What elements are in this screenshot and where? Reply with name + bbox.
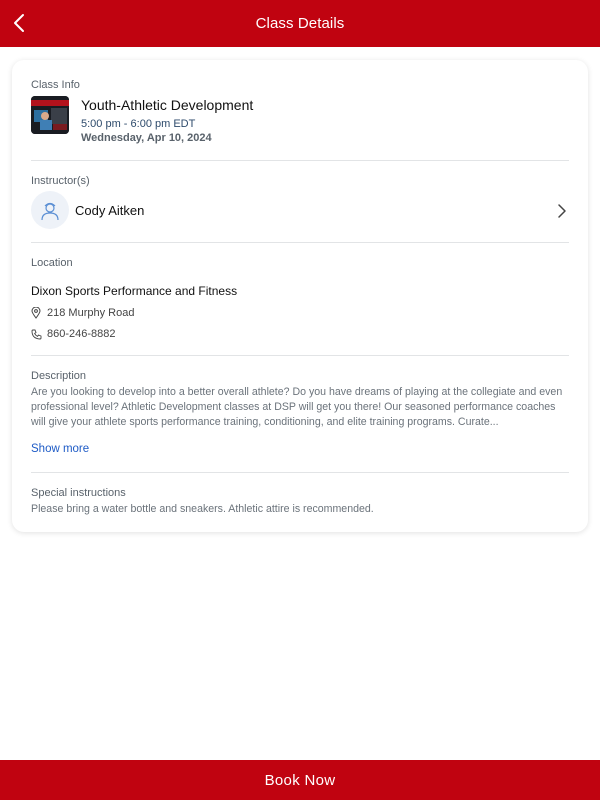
back-button[interactable] [10, 11, 28, 35]
class-thumbnail [31, 96, 69, 134]
class-info-label: Class Info [31, 79, 80, 91]
page-title: Class Details [255, 15, 345, 32]
avatar [31, 191, 69, 229]
description-section: Description Are you looking to develop i… [31, 356, 569, 472]
app-header: Class Details [0, 0, 600, 47]
show-more-link[interactable]: Show more [31, 443, 89, 455]
location-label: Location [31, 257, 73, 269]
description-text: Are you looking to develop into a better… [31, 386, 563, 428]
instructor-section: Instructor(s) Cody Aitken [31, 161, 569, 242]
special-instructions-section: Special instructions Please bring a wate… [31, 473, 569, 515]
special-instructions-label: Special instructions [31, 487, 126, 499]
special-instructions-text: Please bring a water bottle and sneakers… [31, 503, 374, 515]
main-content: Class Info Youth-Athletic Development 5:… [0, 47, 600, 760]
description-label: Description [31, 370, 87, 382]
address-row[interactable]: 218 Murphy Road [31, 307, 569, 319]
class-time: 5:00 pm - 6:00 pm EDT [81, 118, 196, 130]
location-phone: 860-246-8882 [47, 328, 116, 340]
location-name: Dixon Sports Performance and Fitness [31, 284, 238, 298]
chevron-right-icon[interactable] [557, 203, 567, 219]
location-section: Location Dixon Sports Performance and Fi… [31, 243, 569, 355]
class-info-section: Class Info Youth-Athletic Development 5:… [31, 60, 569, 160]
class-title: Youth-Athletic Development [81, 97, 254, 113]
phone-icon [31, 329, 42, 339]
instructor-row[interactable]: Cody Aitken [31, 191, 569, 229]
book-now-button[interactable]: Book Now [0, 760, 600, 800]
location-address: 218 Murphy Road [47, 307, 135, 319]
map-pin-icon [31, 307, 41, 319]
instructor-label: Instructor(s) [31, 175, 90, 187]
chevron-left-icon [14, 14, 24, 32]
person-icon [41, 202, 59, 221]
class-date: Wednesday, Apr 10, 2024 [81, 132, 212, 144]
class-details-card: Class Info Youth-Athletic Development 5:… [12, 60, 588, 532]
instructor-name: Cody Aitken [75, 202, 145, 218]
phone-row[interactable]: 860-246-8882 [31, 328, 569, 340]
